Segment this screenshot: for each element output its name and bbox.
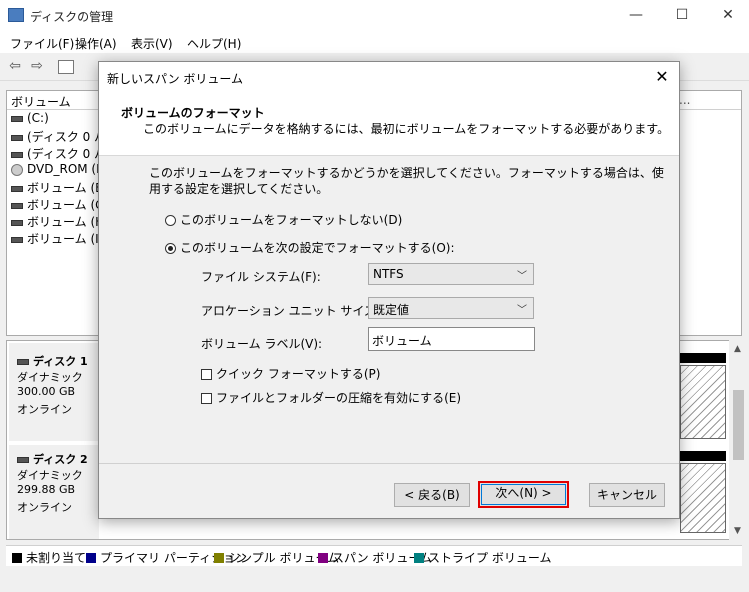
- list-item[interactable]: ボリューム (G:): [11, 196, 111, 213]
- allocation-unit-select[interactable]: 既定値 ﹀: [368, 297, 534, 319]
- disk-1-type: ダイナミック: [17, 371, 83, 384]
- disk-1-status: オンライン: [17, 403, 72, 416]
- title-bar: ディスクの管理 — ☐ ✕: [0, 0, 749, 31]
- disk-2-name: ディスク 2: [33, 453, 88, 466]
- disk-icon: [17, 359, 29, 365]
- menu-file[interactable]: ファイル(F): [10, 35, 74, 52]
- chevron-down-icon: ﹀: [517, 271, 527, 282]
- file-system-label: ファイル システム(F):: [201, 270, 321, 284]
- dialog-heading: ボリュームのフォーマット: [121, 106, 265, 120]
- menu-help[interactable]: ヘルプ(H): [187, 35, 241, 52]
- menu-bar: ファイル(F) 操作(A) 表示(V) ヘルプ(H): [0, 31, 749, 53]
- window-title: ディスクの管理: [30, 10, 114, 24]
- radio-no-format[interactable]: このボリュームをフォーマットしない(D): [165, 211, 402, 228]
- drive-icon: [11, 202, 23, 209]
- legend-swatch: [414, 553, 424, 563]
- forward-arrow-icon[interactable]: ⇨: [28, 58, 46, 74]
- checkbox[interactable]: [201, 369, 212, 380]
- dialog-subheading: このボリュームにデータを格納するには、最初にボリュームをフォーマットする必要があ…: [143, 122, 670, 136]
- cancel-button[interactable]: キャンセル: [589, 483, 665, 507]
- legend-unallocated: 未割り当て: [12, 549, 86, 566]
- legend-striped: ストライプ ボリューム: [414, 549, 551, 566]
- dvd-drive-icon: [11, 163, 23, 176]
- dialog-title-bar: 新しいスパン ボリューム ✕: [99, 62, 679, 92]
- disk-2-info[interactable]: ディスク 2 ダイナミック 299.88 GB オンライン: [9, 445, 99, 539]
- chevron-down-icon: ﹀: [517, 305, 527, 316]
- disk-2-type: ダイナミック: [17, 469, 83, 482]
- checkbox[interactable]: [201, 393, 212, 404]
- list-item[interactable]: DVD_ROM (D:: [11, 162, 111, 179]
- back-arrow-icon[interactable]: ⇦: [6, 58, 24, 74]
- footer-divider: [99, 463, 679, 464]
- compression-checkbox[interactable]: ファイルとフォルダーの圧縮を有効にする(E): [201, 389, 461, 406]
- quick-format-checkbox[interactable]: クイック フォーマットする(P): [201, 365, 380, 382]
- close-button[interactable]: ✕: [705, 0, 749, 31]
- file-system-select[interactable]: NTFS ﹀: [368, 263, 534, 285]
- list-item[interactable]: (ディスク 0 パーテ: [11, 145, 111, 162]
- drive-icon: [11, 236, 23, 243]
- volume-label-label: ボリューム ラベル(V):: [201, 337, 323, 351]
- list-item[interactable]: ボリューム (E:): [11, 179, 111, 196]
- list-item[interactable]: (ディスク 0 パーテ: [11, 128, 111, 145]
- dialog-instruction: このボリュームをフォーマットするかどうかを選択してください。フォーマットする場合…: [149, 166, 664, 196]
- disk-1-size: 300.00 GB: [17, 385, 76, 398]
- legend-swatch: [12, 553, 22, 563]
- list-item[interactable]: ボリューム (I:): [11, 230, 111, 247]
- drive-icon: [11, 185, 23, 192]
- drive-icon: [11, 134, 23, 141]
- disk-1-info[interactable]: ディスク 1 ダイナミック 300.00 GB オンライン: [9, 343, 99, 441]
- disk-2-status: オンライン: [17, 501, 72, 514]
- dialog-title: 新しいスパン ボリューム: [107, 72, 244, 86]
- volume-label-input[interactable]: ボリューム: [368, 327, 535, 351]
- maximize-button[interactable]: ☐: [659, 0, 705, 31]
- radio-format[interactable]: このボリュームを次の設定でフォーマットする(O):: [165, 239, 455, 256]
- radio-button-checked[interactable]: [165, 243, 176, 254]
- new-spanned-volume-dialog: 新しいスパン ボリューム ✕ ボリュームのフォーマット このボリュームにデータを…: [98, 61, 680, 519]
- disk-1-name: ディスク 1: [33, 355, 88, 368]
- disk-icon: [17, 457, 29, 463]
- dialog-header: ボリュームのフォーマット このボリュームにデータを格納するには、最初にボリューム…: [99, 92, 679, 156]
- list-item[interactable]: ボリューム (H:): [11, 213, 111, 230]
- drive-icon: [11, 151, 23, 158]
- scroll-thumb[interactable]: [733, 390, 744, 460]
- legend-swatch: [86, 553, 96, 563]
- disk-management-icon: [8, 8, 24, 22]
- unallocated-region[interactable]: [680, 463, 726, 533]
- disk-2-size: 299.88 GB: [17, 483, 76, 496]
- drive-icon: [11, 115, 23, 122]
- legend: 未割り当て プライマリ パーティション シンプル ボリューム スパン ボリューム…: [6, 545, 742, 566]
- unallocated-bar: [680, 451, 726, 461]
- back-button[interactable]: < 戻る(B): [394, 483, 470, 507]
- next-button[interactable]: 次へ(N) >: [478, 481, 569, 508]
- dialog-close-icon[interactable]: ✕: [647, 62, 677, 92]
- console-tree-icon[interactable]: [58, 60, 74, 74]
- scroll-down-icon[interactable]: ▼: [734, 526, 741, 536]
- list-item[interactable]: (C:): [11, 111, 111, 128]
- drive-icon: [11, 219, 23, 226]
- radio-button[interactable]: [165, 215, 176, 226]
- menu-action[interactable]: 操作(A): [75, 35, 117, 52]
- column-volume[interactable]: ボリューム: [11, 93, 71, 110]
- scroll-up-icon[interactable]: ▲: [734, 344, 741, 354]
- unallocated-region[interactable]: [680, 365, 726, 439]
- column-header-truncated[interactable]: ...: [679, 93, 690, 107]
- menu-view[interactable]: 表示(V): [131, 35, 173, 52]
- vertical-scrollbar[interactable]: ▲ ▼: [729, 340, 748, 540]
- minimize-button[interactable]: —: [613, 0, 659, 31]
- legend-swatch: [318, 553, 328, 563]
- unallocated-bar: [680, 353, 726, 363]
- legend-swatch: [214, 553, 224, 563]
